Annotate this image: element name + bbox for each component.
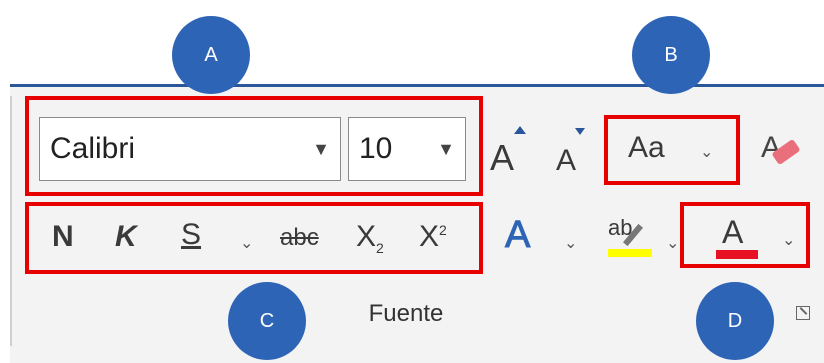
arrow-down-icon [575, 128, 585, 135]
font-size-value: 10 [359, 132, 393, 165]
callout-b: B [632, 16, 710, 94]
highlight-color-bar [608, 249, 652, 257]
chevron-down-icon[interactable]: ⌄ [782, 230, 795, 250]
grow-font-icon: A [490, 137, 515, 178]
highlight-color-button[interactable]: ab [604, 213, 656, 261]
highlight-box-b [604, 115, 740, 185]
grow-font-button[interactable]: A [490, 137, 514, 179]
italic-button[interactable]: K [115, 220, 137, 254]
arrow-up-icon [514, 126, 526, 134]
font-color-label: A [722, 214, 744, 250]
chevron-down-icon[interactable]: ▼ [312, 139, 330, 160]
divider [10, 96, 12, 346]
callout-a: A [172, 16, 250, 94]
dialog-launcher-icon[interactable] [796, 306, 810, 320]
shrink-font-icon: A [556, 144, 577, 177]
callout-d: D [696, 282, 774, 360]
font-name-combobox[interactable]: Calibri ▼ [39, 117, 341, 181]
group-label: Fuente [368, 300, 444, 327]
font-color-button[interactable]: A [712, 214, 762, 260]
callout-c: C [228, 282, 306, 360]
shrink-font-button[interactable]: A [556, 144, 576, 178]
chevron-down-icon[interactable]: ▼ [437, 139, 455, 160]
strikethrough-button[interactable]: abc [280, 224, 319, 252]
font-name-value: Calibri [50, 132, 136, 165]
strikethrough-label: abc [280, 224, 319, 251]
subscript-button[interactable]: X2 [356, 220, 384, 256]
superscript-small: 2 [439, 222, 447, 238]
superscript-label: X [419, 220, 440, 253]
underline-label: S [181, 218, 202, 251]
chevron-down-icon[interactable]: ⌄ [564, 233, 577, 253]
subscript-small: 2 [376, 240, 384, 256]
superscript-button[interactable]: X2 [419, 220, 447, 254]
bold-button[interactable]: N [52, 220, 74, 254]
change-case-button[interactable]: Aa [628, 131, 665, 165]
bold-label: N [52, 220, 74, 253]
subscript-label: X [356, 220, 377, 253]
chevron-down-icon[interactable]: ⌄ [700, 142, 713, 162]
underline-button[interactable]: S [181, 218, 201, 252]
font-color-bar [716, 250, 758, 259]
change-case-label: Aa [628, 131, 665, 164]
font-size-combobox[interactable]: 10 ▼ [348, 117, 466, 181]
highlight-box-c [25, 202, 483, 274]
clear-formatting-button[interactable]: A [755, 127, 805, 177]
italic-label: K [115, 220, 137, 253]
chevron-down-icon[interactable]: ⌄ [240, 233, 253, 253]
text-effects-icon: A [504, 214, 531, 257]
chevron-down-icon[interactable]: ⌄ [666, 233, 679, 253]
text-effects-button[interactable]: A [504, 214, 531, 257]
